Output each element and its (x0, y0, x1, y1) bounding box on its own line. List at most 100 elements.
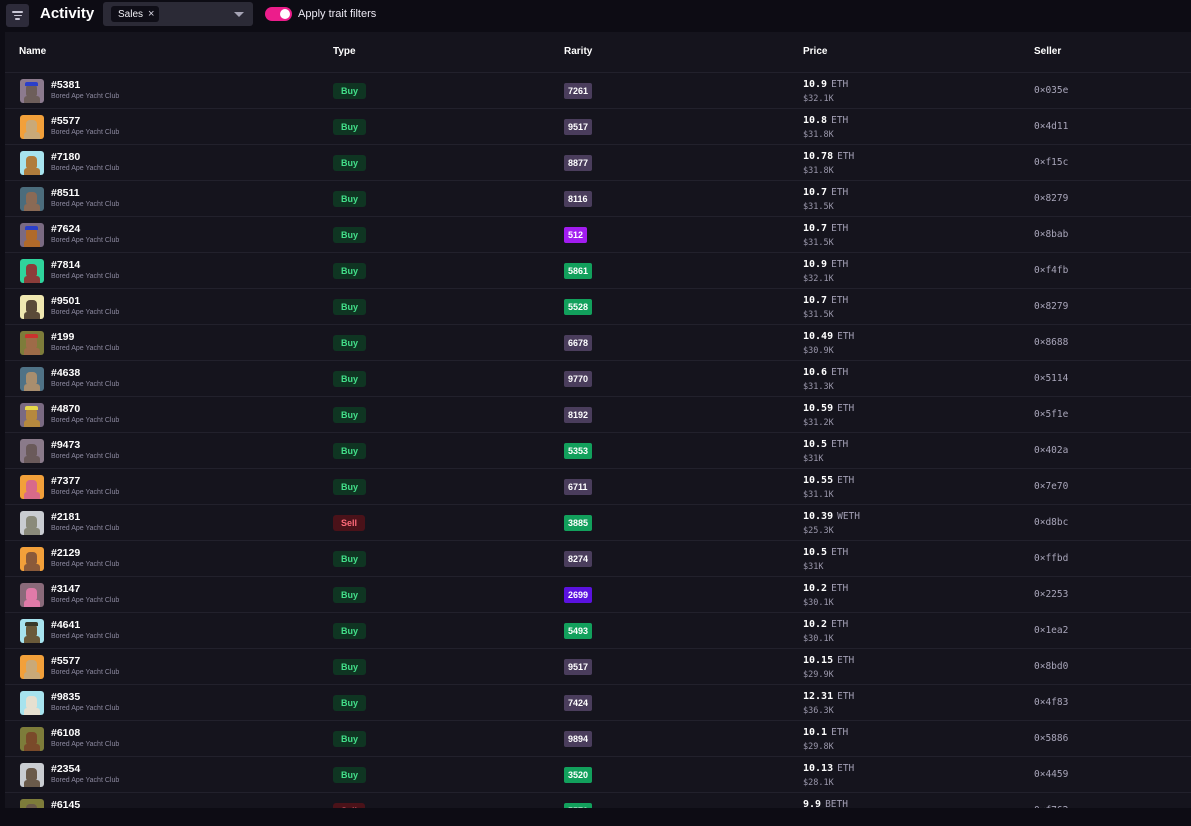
table-row[interactable]: #5577 Bored Ape Yacht Club Buy 9517 10.15 ETH… (5, 649, 1191, 685)
nft-avatar[interactable] (20, 403, 44, 427)
table-row[interactable]: #2129 Bored Ape Yacht Club Buy 8274 10.5 ETH $… (5, 541, 1191, 577)
table-row[interactable]: #9835 Bored Ape Yacht Club Buy 7424 12.31 ETH… (5, 685, 1191, 721)
price-amount: 10.7 (803, 187, 828, 198)
seller-address-link[interactable]: 0×4d11 (1034, 121, 1068, 132)
price-currency: ETH (831, 187, 849, 198)
nft-id-link[interactable]: #6108 (51, 727, 80, 739)
nft-id-link[interactable]: #5381 (51, 79, 80, 91)
nft-id-link[interactable]: #4638 (51, 367, 80, 379)
table-row[interactable]: #6108 Bored Ape Yacht Club Buy 9894 10.1 ETH $… (5, 721, 1191, 757)
nft-avatar[interactable] (20, 223, 44, 247)
nft-avatar[interactable] (20, 583, 44, 607)
nft-avatar[interactable] (20, 115, 44, 139)
table-row[interactable]: #7814 Bored Ape Yacht Club Buy 5861 10.9 ETH $… (5, 253, 1191, 289)
ape-head (26, 444, 37, 457)
column-header-seller[interactable]: Seller (1034, 46, 1061, 57)
table-row[interactable]: #199 Bored Ape Yacht Club Buy 6678 10.49 ETH $… (5, 325, 1191, 361)
nft-id-link[interactable]: #5577 (51, 655, 80, 667)
nft-avatar[interactable] (20, 259, 44, 283)
nft-id-link[interactable]: #8511 (51, 187, 80, 199)
table-row[interactable]: #8511 Bored Ape Yacht Club Buy 8116 10.7 ETH $… (5, 181, 1191, 217)
filter-menu-button[interactable] (6, 4, 29, 27)
seller-address-link[interactable]: 0×8bab (1034, 229, 1068, 240)
table-row[interactable]: #4641 Bored Ape Yacht Club Buy 5493 10.2 ETH $… (5, 613, 1191, 649)
column-header-name[interactable]: Name (19, 46, 46, 57)
nft-avatar[interactable] (20, 619, 44, 643)
nft-id-link[interactable]: #7377 (51, 475, 80, 487)
seller-address-link[interactable]: 0×8bd0 (1034, 661, 1068, 672)
nft-avatar[interactable] (20, 367, 44, 391)
nft-id-link[interactable]: #7624 (51, 223, 80, 235)
nft-avatar[interactable] (20, 475, 44, 499)
rarity-badge: 5861 (564, 263, 593, 279)
seller-address-link[interactable]: 0×5114 (1034, 373, 1068, 384)
close-icon[interactable]: × (148, 8, 154, 20)
nft-avatar[interactable] (20, 79, 44, 103)
table-row[interactable]: #5577 Bored Ape Yacht Club Buy 9517 10.8 ETH $… (5, 109, 1191, 145)
nft-avatar[interactable] (20, 655, 44, 679)
seller-address-link[interactable]: 0×f4fb (1034, 265, 1068, 276)
nft-id-link[interactable]: #199 (51, 331, 74, 343)
seller-address-link[interactable]: 0×7e70 (1034, 481, 1068, 492)
table-row[interactable]: #7377 Bored Ape Yacht Club Buy 6711 10.55 ETH… (5, 469, 1191, 505)
nft-avatar[interactable] (20, 799, 44, 808)
nft-id-link[interactable]: #2354 (51, 763, 80, 775)
seller-address-link[interactable]: 0×5f1e (1034, 409, 1068, 420)
seller-address-link[interactable]: 0×f15c (1034, 157, 1068, 168)
seller-address-link[interactable]: 0×8279 (1034, 193, 1068, 204)
nft-avatar[interactable] (20, 763, 44, 787)
seller-address-link[interactable]: 0×035e (1034, 85, 1068, 96)
nft-id-link[interactable]: #2181 (51, 511, 80, 523)
nft-id-link[interactable]: #7814 (51, 259, 80, 271)
seller-address-link[interactable]: 0×1ea2 (1034, 625, 1068, 636)
table-row[interactable]: #2354 Bored Ape Yacht Club Buy 3520 10.13 ETH… (5, 757, 1191, 793)
column-header-type[interactable]: Type (333, 46, 356, 57)
nft-id-link[interactable]: #6145 (51, 799, 80, 808)
table-row[interactable]: #7180 Bored Ape Yacht Club Buy 8877 10.78 ETH… (5, 145, 1191, 181)
seller-address-link[interactable]: 0×8279 (1034, 301, 1068, 312)
nft-avatar[interactable] (20, 727, 44, 751)
nft-avatar[interactable] (20, 331, 44, 355)
seller-address-link[interactable]: 0×5886 (1034, 733, 1068, 744)
nft-id-link[interactable]: #4870 (51, 403, 80, 415)
seller-address-link[interactable]: 0×d8bc (1034, 517, 1068, 528)
nft-id-link[interactable]: #9835 (51, 691, 80, 703)
nft-avatar[interactable] (20, 295, 44, 319)
table-row[interactable]: #7624 Bored Ape Yacht Club Buy 512 10.7 ETH $3… (5, 217, 1191, 253)
table-row[interactable]: #2181 Bored Ape Yacht Club Sell 3885 10.39 WE… (5, 505, 1191, 541)
nft-avatar[interactable] (20, 151, 44, 175)
nft-avatar[interactable] (20, 187, 44, 211)
seller-address-link[interactable]: 0×8688 (1034, 337, 1068, 348)
nft-id-link[interactable]: #2129 (51, 547, 80, 559)
price-currency: ETH (837, 331, 855, 342)
table-row[interactable]: #9473 Bored Ape Yacht Club Buy 5353 10.5 ETH $… (5, 433, 1191, 469)
seller-address-link[interactable]: 0×402a (1034, 445, 1068, 456)
trait-filter-label: Apply trait filters (298, 8, 377, 20)
price-value: 12.31 ETH (803, 691, 854, 702)
nft-avatar[interactable] (20, 547, 44, 571)
table-row[interactable]: #4870 Bored Ape Yacht Club Buy 8192 10.59 ETH… (5, 397, 1191, 433)
nft-avatar[interactable] (20, 439, 44, 463)
column-header-rarity[interactable]: Rarity (564, 46, 592, 57)
nft-id-link[interactable]: #9473 (51, 439, 80, 451)
column-header-price[interactable]: Price (803, 46, 827, 57)
event-type-select[interactable]: Sales × (103, 2, 253, 26)
nft-id-link[interactable]: #4641 (51, 619, 80, 631)
seller-address-link[interactable]: 0×2253 (1034, 589, 1068, 600)
nft-id-link[interactable]: #5577 (51, 115, 80, 127)
trait-filter-toggle[interactable] (265, 7, 292, 21)
table-row[interactable]: #3147 Bored Ape Yacht Club Buy 2699 10.2 ETH $… (5, 577, 1191, 613)
chevron-down-icon[interactable] (234, 12, 244, 17)
nft-avatar[interactable] (20, 691, 44, 715)
nft-id-link[interactable]: #9501 (51, 295, 80, 307)
seller-address-link[interactable]: 0×ffbd (1034, 553, 1068, 564)
nft-avatar[interactable] (20, 511, 44, 535)
table-row[interactable]: #4638 Bored Ape Yacht Club Buy 9770 10.6 ETH $… (5, 361, 1191, 397)
nft-id-link[interactable]: #7180 (51, 151, 80, 163)
nft-id-link[interactable]: #3147 (51, 583, 80, 595)
table-row[interactable]: #6145Bored Ape Yacht ClubSell55709.9BETH… (5, 793, 1191, 808)
seller-address-link[interactable]: 0×4f83 (1034, 697, 1068, 708)
seller-address-link[interactable]: 0×4459 (1034, 769, 1068, 780)
table-row[interactable]: #5381 Bored Ape Yacht Club Buy 7261 10.9 ETH $… (5, 73, 1191, 109)
table-row[interactable]: #9501 Bored Ape Yacht Club Buy 5528 10.7 ETH $… (5, 289, 1191, 325)
